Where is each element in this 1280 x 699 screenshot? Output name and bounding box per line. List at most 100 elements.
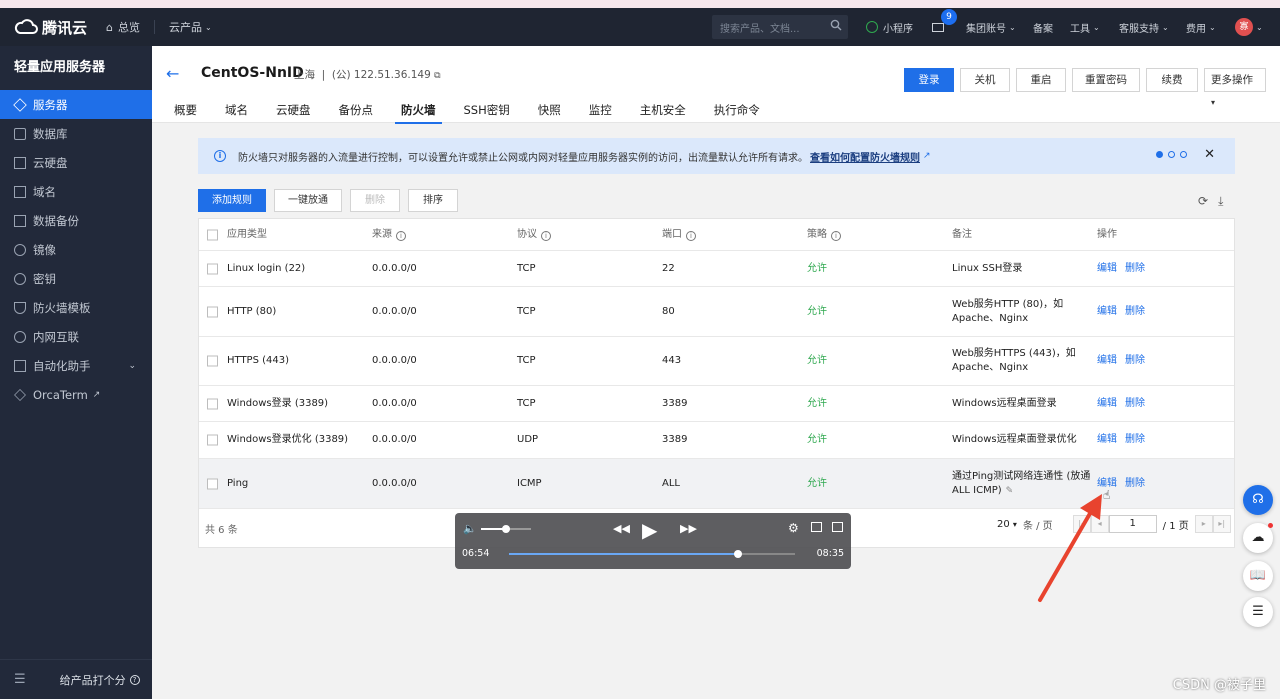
banner-dot[interactable] <box>1180 151 1187 158</box>
info-circle-icon[interactable]: i <box>396 230 406 241</box>
page-number-input[interactable]: 1 <box>1108 515 1157 533</box>
search-icon[interactable] <box>830 19 842 31</box>
delete-link[interactable]: 删除 <box>1125 263 1145 274</box>
edit-link[interactable]: 编辑 <box>1097 478 1117 489</box>
edit-pencil-icon[interactable]: ✎ <box>1006 486 1014 496</box>
login-button[interactable]: 登录 <box>904 68 954 92</box>
sidebar-item-domain[interactable]: 域名 <box>0 177 152 206</box>
banner-dot[interactable] <box>1156 151 1163 158</box>
delete-link[interactable]: 删除 <box>1125 306 1145 317</box>
back-arrow-icon[interactable]: ← <box>166 64 179 83</box>
info-circle-icon[interactable]: i <box>686 230 696 241</box>
cloud-assistant-button[interactable]: ☁ <box>1243 523 1273 553</box>
tab-host-security[interactable]: 主机安全 <box>640 102 686 123</box>
edit-link[interactable]: 编辑 <box>1097 398 1117 409</box>
select-all-checkbox[interactable] <box>207 229 218 240</box>
nav-support[interactable]: 客服支持 ⌄ <box>1119 8 1169 46</box>
sidebar-item-backup[interactable]: 数据备份 <box>0 206 152 235</box>
sidebar-item-image[interactable]: 镜像 <box>0 235 152 264</box>
sidebar-item-orcaterm[interactable]: OrcaTerm ↗ <box>0 380 152 409</box>
customer-service-button[interactable]: ☊ <box>1243 485 1273 515</box>
sidebar-item-key[interactable]: 密钥 <box>0 264 152 293</box>
page-size-select[interactable]: 20 ▾ <box>997 519 1017 530</box>
nav-messages[interactable]: 9 <box>932 8 957 46</box>
volume-slider[interactable] <box>481 525 531 533</box>
delete-link[interactable]: 删除 <box>1125 355 1145 366</box>
tab-ssh-key[interactable]: SSH密钥 <box>464 102 510 123</box>
reset-password-button[interactable]: 重置密码 <box>1072 68 1140 92</box>
volume-knob[interactable] <box>502 525 510 533</box>
tab-domain[interactable]: 域名 <box>225 102 248 123</box>
delete-link[interactable]: 删除 <box>1125 398 1145 409</box>
more-actions-dropdown[interactable]: 更多操作 ▾ <box>1204 68 1266 107</box>
download-icon[interactable]: ⤓ <box>1218 194 1223 209</box>
row-checkbox[interactable] <box>207 306 218 317</box>
renew-button[interactable]: 续费 <box>1146 68 1198 92</box>
sidebar-item-database[interactable]: 数据库 <box>0 119 152 148</box>
banner-help-link[interactable]: 查看如何配置防火墙规则 <box>810 149 920 164</box>
tab-monitor[interactable]: 监控 <box>589 102 612 123</box>
delete-link[interactable]: 删除 <box>1125 434 1145 445</box>
list-button[interactable]: ☰ <box>1243 597 1273 627</box>
next-page-icon[interactable]: ▸ <box>1194 515 1213 533</box>
nav-billing[interactable]: 费用 ⌄ <box>1186 8 1216 46</box>
nav-overview[interactable]: ⌂ 总览 <box>106 19 140 35</box>
brand-logo[interactable]: 腾讯云 <box>0 17 92 38</box>
row-checkbox[interactable] <box>207 355 218 367</box>
row-checkbox[interactable] <box>207 263 218 274</box>
sidebar-item-server[interactable]: 服务器 <box>0 90 152 119</box>
nav-record[interactable]: 备案 <box>1033 8 1053 46</box>
refresh-icon[interactable]: ⟳ <box>1198 194 1208 209</box>
volume-icon[interactable]: 🔈 <box>463 522 477 535</box>
edit-link[interactable]: 编辑 <box>1097 263 1117 274</box>
docs-button[interactable]: 📖 <box>1243 561 1273 591</box>
tab-backup[interactable]: 备份点 <box>339 102 374 123</box>
info-circle-icon[interactable]: i <box>541 230 551 241</box>
delete-link[interactable]: 删除 <box>1125 478 1145 489</box>
tab-disk[interactable]: 云硬盘 <box>276 102 311 123</box>
help-icon[interactable]: ? <box>129 674 140 685</box>
nav-mini-program[interactable]: 小程序 <box>866 8 913 46</box>
tab-run-command[interactable]: 执行命令 <box>714 102 760 123</box>
banner-dot[interactable] <box>1168 151 1175 158</box>
row-checkbox[interactable] <box>207 478 218 489</box>
one-click-open-button[interactable]: 一键放通 <box>274 189 342 212</box>
play-icon[interactable]: ▶ <box>642 518 657 542</box>
edit-link[interactable]: 编辑 <box>1097 306 1117 317</box>
restart-button[interactable]: 重启 <box>1016 68 1066 92</box>
nav-group-account[interactable]: 集团账号 ⌄ <box>966 8 1016 46</box>
tab-snapshot[interactable]: 快照 <box>538 102 561 123</box>
shutdown-button[interactable]: 关机 <box>960 68 1010 92</box>
nav-products[interactable]: 云产品 ⌄ <box>169 19 212 35</box>
close-icon[interactable]: ✕ <box>1204 147 1215 162</box>
last-page-icon[interactable]: ▸| <box>1212 515 1231 533</box>
tab-overview[interactable]: 概要 <box>174 102 197 123</box>
fast-forward-icon[interactable]: ▶▶ <box>680 522 697 535</box>
sidebar-item-firewall-template[interactable]: 防火墙模板 <box>0 293 152 322</box>
sidebar-item-automation[interactable]: 自动化助手 ⌄ <box>0 351 152 380</box>
sort-button[interactable]: 排序 <box>408 189 458 212</box>
feedback-link[interactable]: 给产品打个分 <box>60 672 126 688</box>
cell-operation: 编辑 删除 <box>1097 433 1153 447</box>
global-search-input[interactable]: 搜索产品、文档... <box>712 15 848 39</box>
delete-button[interactable]: 删除 <box>350 189 400 212</box>
copy-icon[interactable]: ⧉ <box>434 71 440 81</box>
add-rule-button[interactable]: 添加规则 <box>198 189 266 212</box>
picture-in-picture-icon[interactable] <box>811 522 822 532</box>
settings-gear-icon[interactable]: ⚙ <box>788 521 799 535</box>
sidebar-item-disk[interactable]: 云硬盘 <box>0 148 152 177</box>
tab-firewall[interactable]: 防火墙 <box>395 102 441 124</box>
subtitles-icon[interactable] <box>832 522 843 532</box>
collapse-menu-icon[interactable]: ☰ <box>14 672 26 687</box>
progress-knob[interactable] <box>733 550 742 558</box>
row-checkbox[interactable] <box>207 398 218 409</box>
info-circle-icon[interactable]: i <box>831 230 841 241</box>
rewind-icon[interactable]: ◀◀ <box>613 522 630 535</box>
row-checkbox[interactable] <box>207 434 218 446</box>
nav-user[interactable]: 寡 ⌄ <box>1235 8 1263 46</box>
edit-link[interactable]: 编辑 <box>1097 434 1117 445</box>
nav-tools[interactable]: 工具 ⌄ <box>1070 8 1100 46</box>
sidebar-item-intranet[interactable]: 内网互联 <box>0 322 152 351</box>
video-progress-bar[interactable] <box>509 550 795 558</box>
edit-link[interactable]: 编辑 <box>1097 355 1117 366</box>
